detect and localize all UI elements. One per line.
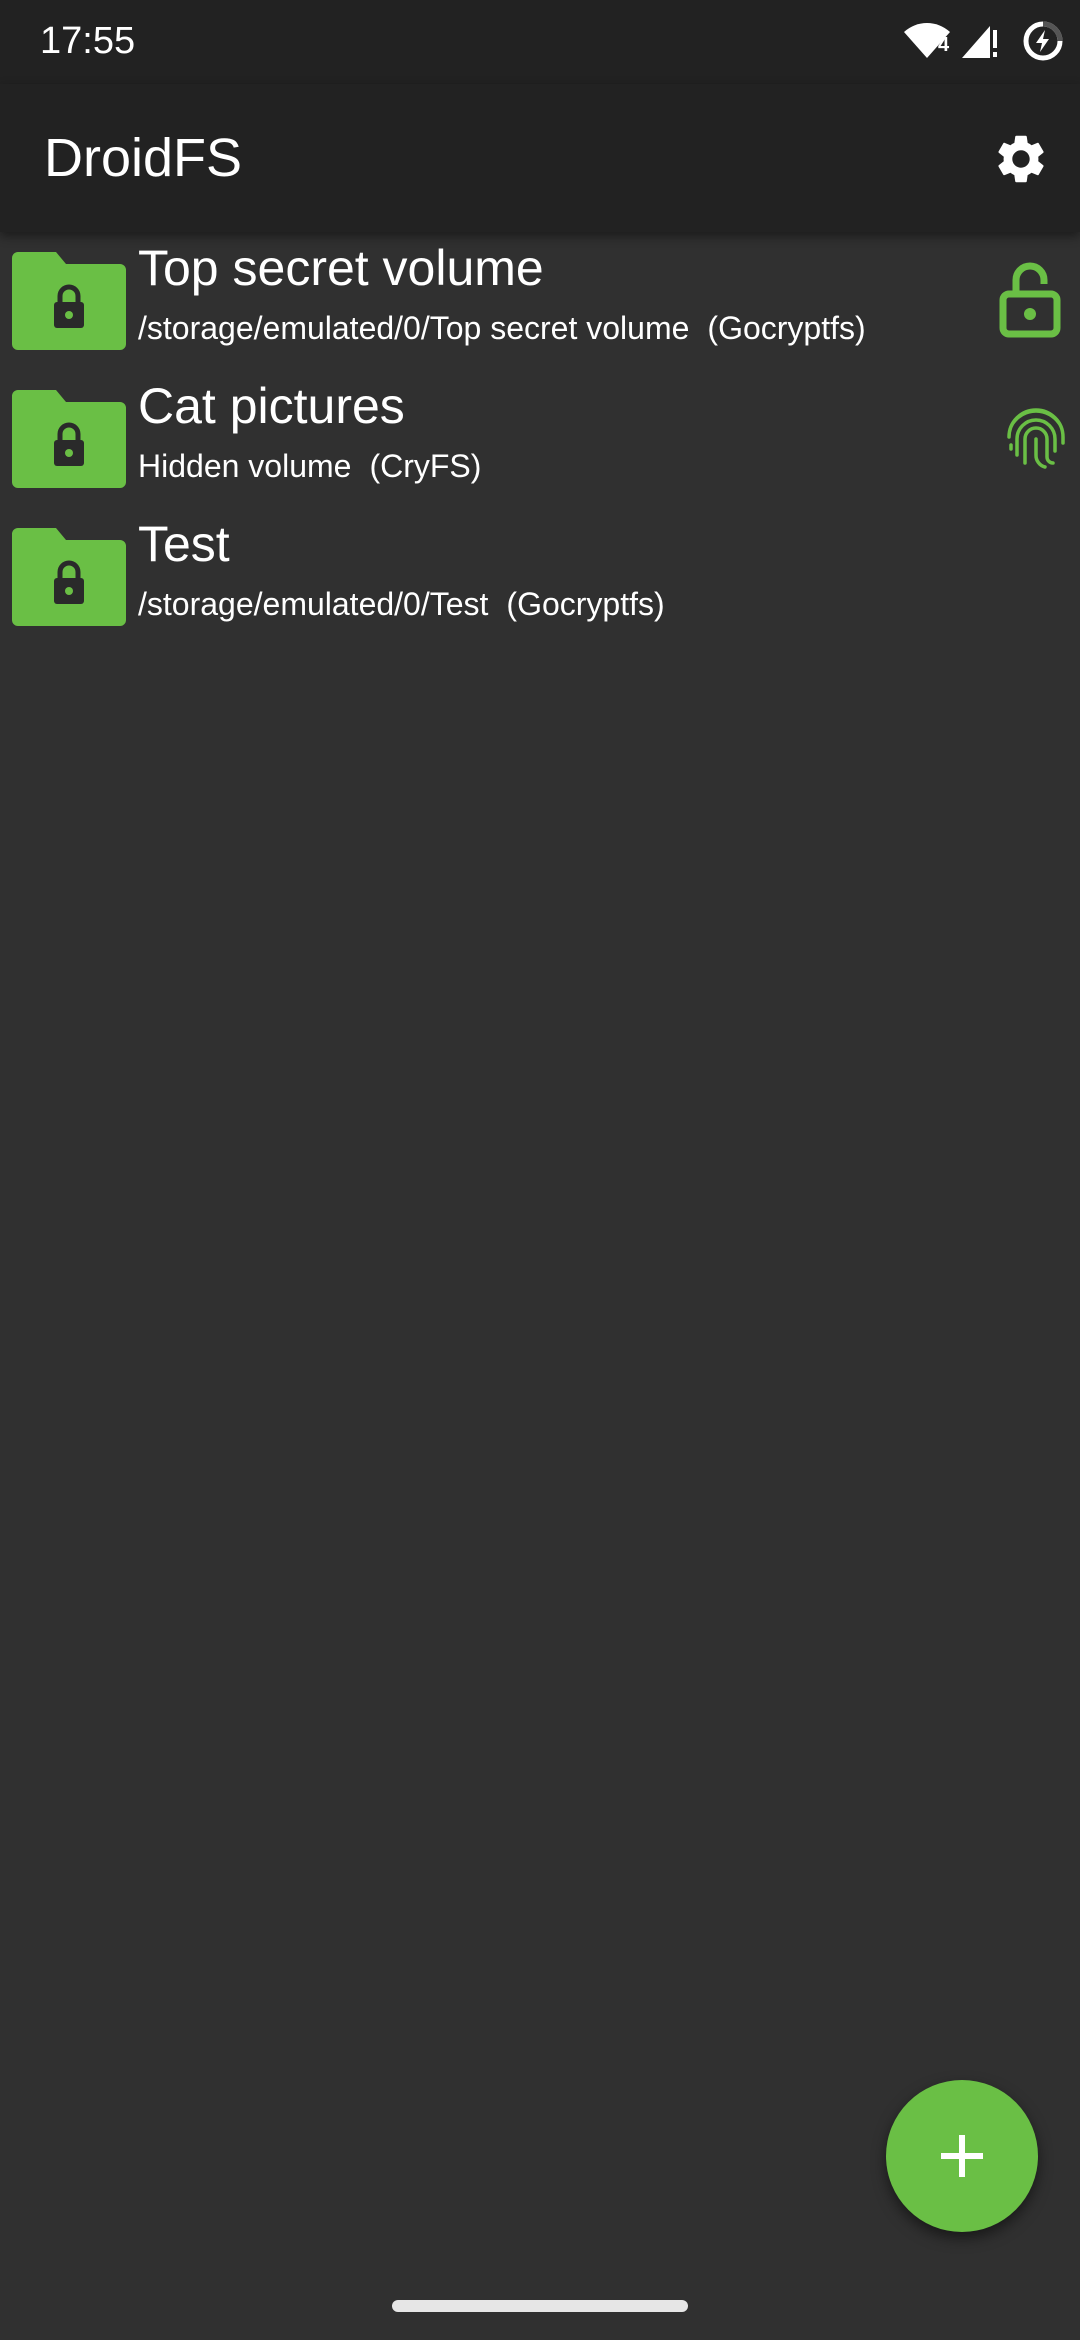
volume-subtitle: Hidden volume (CryFS) [138, 446, 481, 486]
locked-folder-icon [12, 528, 126, 626]
status-icons: 4 [860, 0, 1080, 84]
volume-item[interactable]: Top secret volume /storage/emulated/0/To… [0, 232, 1080, 370]
volume-subtitle: /storage/emulated/0/Test (Gocryptfs) [138, 584, 665, 624]
volume-list: Top secret volume /storage/emulated/0/To… [0, 232, 1080, 646]
app-title: DroidFS [44, 128, 243, 188]
volume-item[interactable]: Cat pictures Hidden volume (CryFS) [0, 370, 1080, 508]
volume-type: (Gocryptfs) [707, 310, 866, 346]
volume-type: (CryFS) [369, 448, 482, 484]
wifi-badge: 4 [938, 34, 950, 56]
volume-path: /storage/emulated/0/Test [138, 586, 489, 622]
volume-item[interactable]: Test /storage/emulated/0/Test (Gocryptfs) [0, 508, 1080, 646]
unlocked-padlock-icon [999, 262, 1061, 338]
gesture-nav-handle[interactable] [392, 2300, 688, 2312]
volume-subtitle: /storage/emulated/0/Top secret volume (Go… [138, 308, 866, 348]
add-volume-button[interactable] [886, 2080, 1038, 2232]
status-bar: 17:55 4 [0, 0, 1080, 84]
unlock-button[interactable] [990, 260, 1070, 340]
signal-icon [962, 26, 997, 58]
locked-folder-icon [12, 252, 126, 350]
volume-path: /storage/emulated/0/Top secret volume [138, 310, 690, 346]
fingerprint-button[interactable] [996, 398, 1076, 478]
data-saver-icon [1023, 21, 1063, 61]
fingerprint-icon [1007, 408, 1065, 469]
gear-icon [998, 135, 1044, 183]
volume-name: Top secret volume [138, 240, 544, 296]
app-bar: DroidFS [0, 84, 1080, 232]
locked-folder-icon [12, 390, 126, 488]
plus-icon [941, 2135, 983, 2177]
status-time: 17:55 [40, 20, 136, 62]
volume-type: (Gocryptfs) [506, 586, 665, 622]
volume-path: Hidden volume [138, 448, 352, 484]
volume-name: Test [138, 516, 230, 572]
volume-name: Cat pictures [138, 378, 405, 434]
settings-button[interactable] [976, 114, 1066, 204]
